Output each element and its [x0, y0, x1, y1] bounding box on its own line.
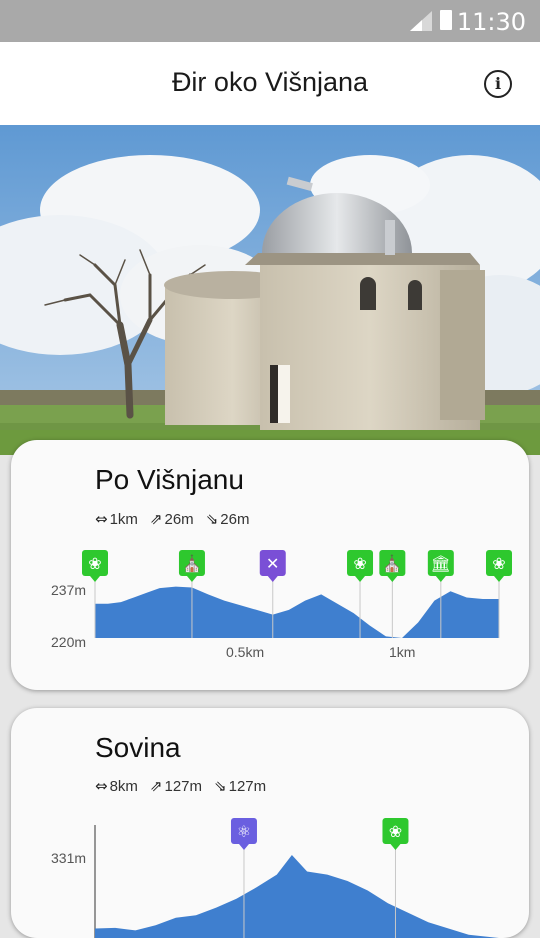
- nature-icon[interactable]: ❀: [486, 550, 512, 582]
- distance-tick-label: 1km: [389, 644, 415, 660]
- signal-icon: [410, 11, 432, 31]
- ascent-icon: ⇗: [149, 777, 163, 795]
- page-title: Đir oko Višnjana: [171, 67, 369, 97]
- descent-stat: ⇘ 127m: [214, 777, 266, 795]
- battery-icon: [440, 10, 452, 30]
- descent-stat: ⇘ 26m: [206, 510, 250, 528]
- elevation-profile[interactable]: 331m ⚛ ❀: [11, 808, 529, 938]
- route-title: Sovina: [95, 732, 181, 763]
- app-bar: Đir oko Višnjana i: [0, 42, 540, 125]
- svg-text:❀: ❀: [389, 822, 402, 841]
- observatory-illustration: [0, 125, 540, 455]
- elevation-profile[interactable]: 237m 220m 0.5km 1km ❀ ⛪ ✕ ❀ ⛪ 🏛 ❀: [11, 540, 529, 690]
- info-icon[interactable]: i: [484, 70, 512, 98]
- svg-text:🏛: 🏛: [431, 554, 451, 573]
- svg-text:❀: ❀: [88, 554, 101, 573]
- svg-text:❀: ❀: [492, 554, 505, 573]
- ascent-value: 127m: [164, 777, 203, 795]
- status-time: 11:30: [456, 8, 526, 36]
- ascent-icon: ⇗: [149, 510, 163, 528]
- distance-value: 8km: [109, 777, 138, 795]
- route-card[interactable]: Sovina ⇔ 8km ⇗ 127m ⇘ 127m 331m ⚛ ❀: [11, 708, 529, 938]
- distance-tick-label: 0.5km: [226, 644, 264, 660]
- elevation-area: [95, 855, 499, 938]
- ascent-stat: ⇗ 127m: [150, 777, 202, 795]
- distance-stat: ⇔ 8km: [95, 777, 138, 795]
- descent-icon: ⇘: [214, 777, 227, 795]
- ascent-stat: ⇗ 26m: [150, 510, 194, 528]
- nature-icon[interactable]: ❀: [382, 818, 409, 850]
- elevation-max-label: 331m: [51, 850, 86, 866]
- distance-value: 1km: [109, 510, 138, 528]
- route-title: Po Višnjanu: [95, 464, 244, 495]
- elevation-area: [95, 586, 499, 638]
- church-icon[interactable]: ⛪: [178, 550, 205, 582]
- restaurant-icon[interactable]: ✕: [259, 550, 286, 582]
- distance-stat: ⇔ 1km: [95, 510, 138, 528]
- route-stats: ⇔ 8km ⇗ 127m ⇘ 127m: [95, 777, 266, 795]
- route-card[interactable]: Po Višnjanu ⇔ 1km ⇗ 26m ⇘ 26m 237m 220m …: [11, 440, 529, 690]
- distance-icon: ⇔: [95, 510, 108, 528]
- descent-icon: ⇘: [205, 510, 219, 528]
- svg-text:⚛: ⚛: [237, 822, 251, 841]
- elevation-max-label: 237m: [51, 582, 86, 598]
- distance-icon: ⇔: [95, 777, 108, 795]
- svg-text:⛪: ⛪: [182, 554, 202, 573]
- elevation-min-label: 220m: [51, 634, 86, 650]
- museum-icon[interactable]: 🏛: [427, 550, 454, 582]
- nature-icon[interactable]: ❀: [347, 550, 374, 582]
- svg-text:❀: ❀: [353, 554, 366, 573]
- ascent-value: 26m: [164, 510, 194, 528]
- science-icon[interactable]: ⚛: [230, 818, 257, 850]
- church-icon[interactable]: ⛪: [379, 550, 406, 582]
- descent-value: 127m: [228, 777, 267, 795]
- status-bar: 11:30: [0, 0, 540, 42]
- svg-text:⛪: ⛪: [382, 554, 402, 573]
- observatory-photo: [0, 125, 540, 455]
- descent-value: 26m: [220, 510, 250, 528]
- svg-text:✕: ✕: [266, 554, 279, 573]
- nature-icon[interactable]: ❀: [82, 550, 108, 582]
- route-stats: ⇔ 1km ⇗ 26m ⇘ 26m: [95, 510, 249, 528]
